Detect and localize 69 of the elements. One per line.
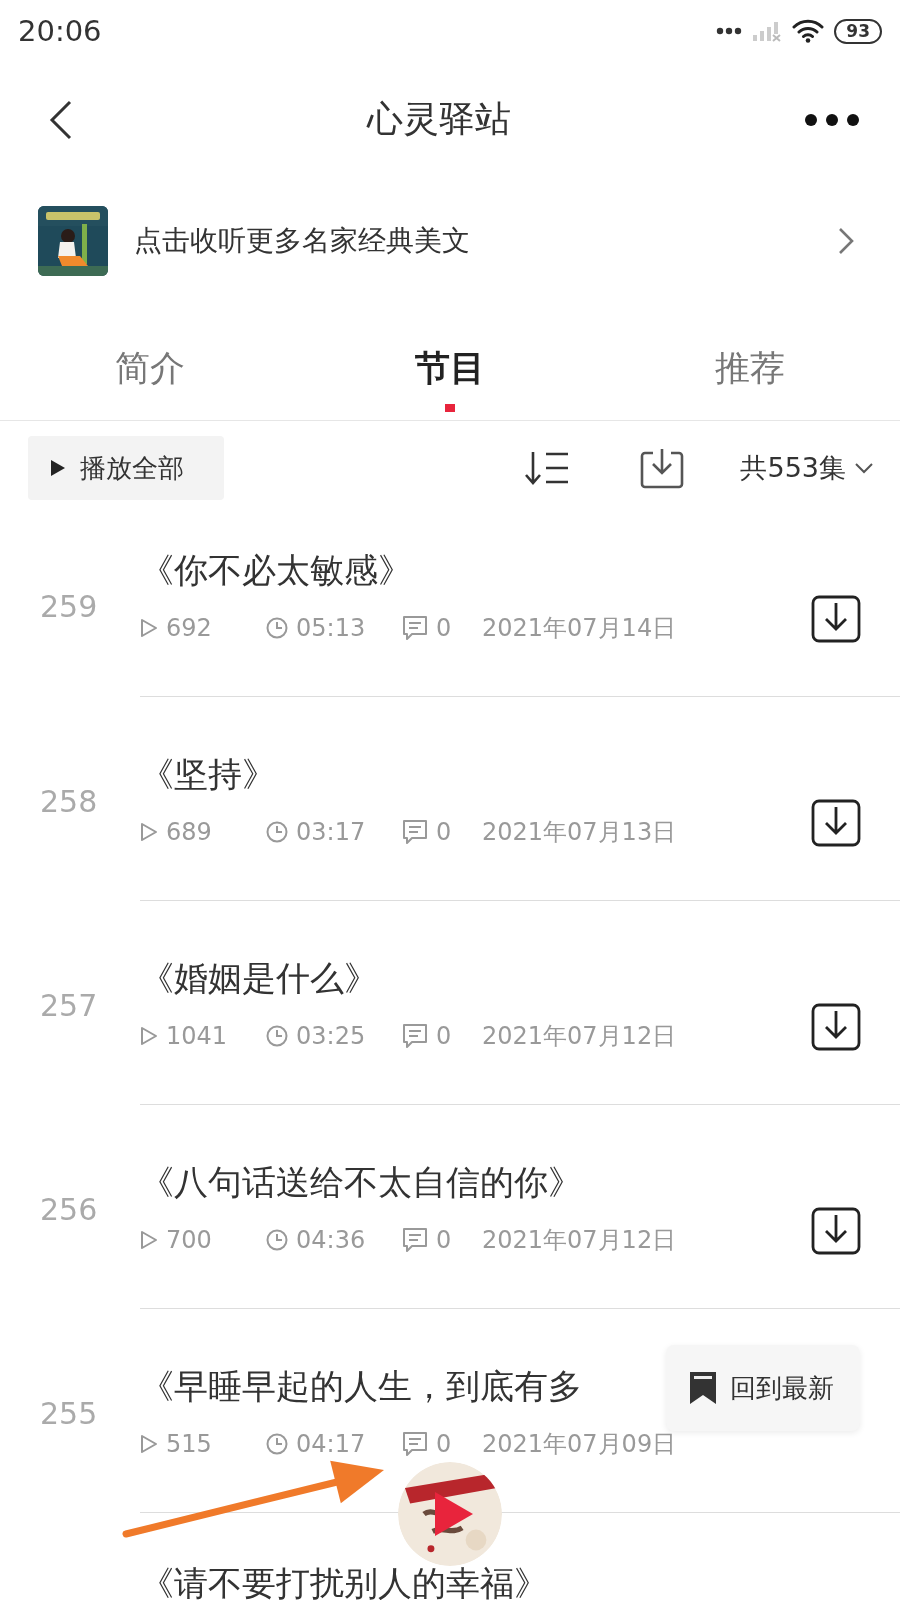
play-count: 700	[166, 1226, 213, 1254]
clock-icon	[266, 1025, 288, 1047]
play-count-icon	[140, 1434, 158, 1454]
publish-date: 2021年07月09日	[482, 1429, 677, 1460]
episode-title[interactable]: 《请不要打扰别人的幸福》	[140, 1567, 548, 1599]
duration: 05:13	[296, 614, 367, 642]
episode-title[interactable]: 《你不必太敏感》	[140, 545, 412, 595]
comment-icon	[402, 1227, 428, 1253]
comment-icon	[402, 1023, 428, 1049]
comment-count: 0	[436, 1226, 453, 1254]
chevron-right-icon	[838, 227, 854, 255]
episode-number: 255	[40, 1395, 98, 1431]
episode-title[interactable]: 《早睡早起的人生，到底有多	[140, 1361, 582, 1411]
play-count-icon	[140, 822, 158, 842]
publish-date: 2021年07月13日	[482, 817, 677, 848]
comment-count: 0	[436, 818, 453, 846]
tab-indicator	[445, 404, 455, 412]
duration: 03:25	[296, 1022, 367, 1050]
bookmark-icon	[688, 1370, 718, 1406]
battery-indicator: 93	[834, 18, 882, 44]
play-count-icon	[140, 1230, 158, 1250]
clock-icon	[266, 617, 288, 639]
publish-date: 2021年07月12日	[482, 1225, 677, 1256]
play-count: 689	[166, 818, 213, 846]
clock-icon	[266, 1433, 288, 1455]
comment-icon	[402, 1431, 428, 1457]
play-icon	[50, 459, 66, 477]
more-dots-icon	[716, 27, 743, 35]
duration: 04:17	[296, 1430, 367, 1458]
sort-button[interactable]	[524, 450, 571, 486]
episode-number: 256	[40, 1191, 98, 1227]
duration: 03:17	[296, 818, 367, 846]
more-button[interactable]	[804, 112, 860, 127]
back-to-latest-button[interactable]: 回到最新	[666, 1345, 860, 1431]
back-button[interactable]	[48, 98, 74, 141]
play-count: 515	[166, 1430, 213, 1458]
play-count-icon	[140, 1026, 158, 1046]
comment-count: 0	[436, 614, 453, 642]
comment-icon	[402, 819, 428, 845]
download-all-button[interactable]	[640, 447, 685, 489]
play-count-icon	[140, 618, 158, 638]
tab[interactable]: 简介	[0, 345, 300, 400]
comment-icon	[402, 615, 428, 641]
signal-icon	[752, 20, 783, 42]
episode-title[interactable]: 《婚姻是什么》	[140, 953, 378, 1003]
duration: 04:36	[296, 1226, 367, 1254]
episode-count-dropdown[interactable]: 共553集	[740, 450, 874, 486]
tab[interactable]: 推荐	[600, 345, 900, 400]
play-all-button[interactable]: 播放全部	[28, 436, 224, 500]
tab[interactable]: 节目	[300, 345, 600, 400]
comment-count: 0	[436, 1430, 453, 1458]
comment-count: 0	[436, 1022, 453, 1050]
episode-number: 257	[40, 987, 98, 1023]
chevron-down-icon	[854, 462, 874, 474]
episode-number: 259	[40, 588, 98, 624]
clock-icon	[266, 1229, 288, 1251]
episode-number: 258	[40, 783, 98, 819]
episode-title[interactable]: 《坚持》	[140, 749, 276, 799]
episode-title[interactable]: 《八句话送给不太自信的你》	[140, 1157, 582, 1207]
publish-date: 2021年07月12日	[482, 1021, 677, 1052]
play-count: 692	[166, 614, 213, 642]
banner-text: 点击收听更多名家经典美文	[134, 223, 471, 259]
publish-date: 2021年07月14日	[482, 613, 677, 644]
play-count: 1041	[166, 1022, 229, 1050]
clock-icon	[266, 821, 288, 843]
wifi-icon	[792, 19, 825, 43]
page-title: 心灵驿站	[367, 97, 511, 141]
status-time: 20:06	[18, 14, 102, 48]
banner-link[interactable]: 点击收听更多名家经典美文	[0, 177, 900, 305]
